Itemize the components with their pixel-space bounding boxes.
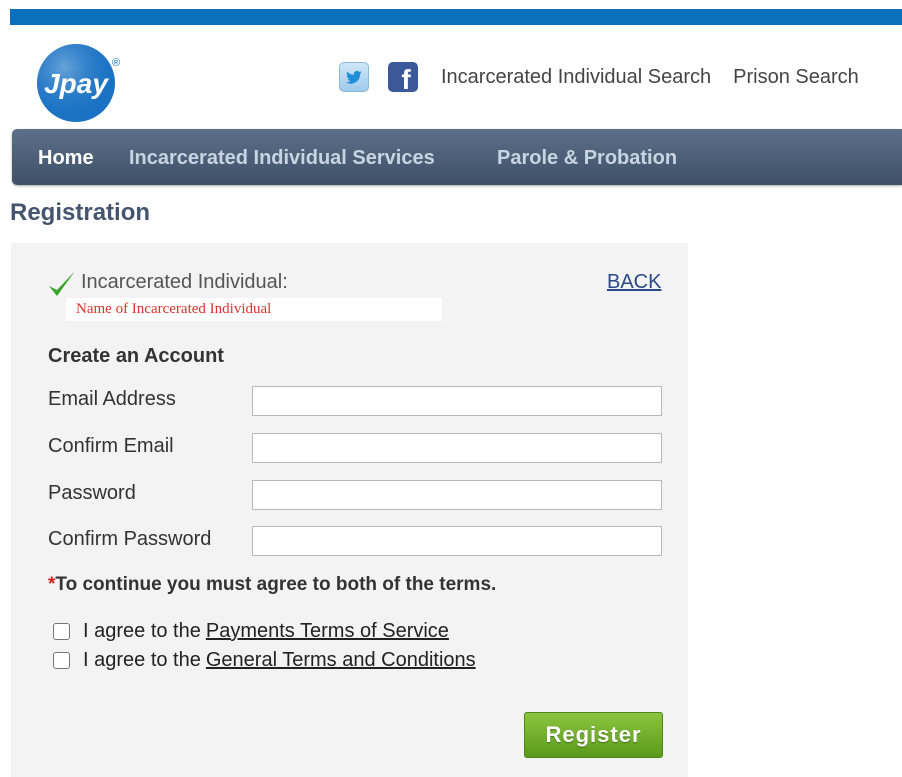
agree-payments-row: I agree to the Payments Terms of Service	[53, 620, 449, 643]
terms-notice-text: To continue you must agree to both of th…	[55, 574, 497, 595]
payments-terms-link[interactable]: Payments Terms of Service	[206, 620, 449, 643]
terms-notice: *To continue you must agree to both of t…	[48, 574, 496, 596]
top-links: Incarcerated Individual Search Prison Sea…	[441, 66, 881, 89]
top-accent-bar	[10, 9, 902, 25]
incarcerated-name: Name of Incarcerated Individual	[76, 301, 272, 317]
nav-home[interactable]: Home	[38, 147, 94, 170]
jpay-logo[interactable]: Jpay ®	[36, 40, 122, 122]
nav-parole-probation[interactable]: Parole & Probation	[497, 147, 677, 170]
agree-payments-checkbox[interactable]	[53, 623, 70, 640]
checkmark-icon	[49, 271, 75, 296]
back-link[interactable]: BACK	[607, 271, 661, 294]
link-incarcerated-search[interactable]: Incarcerated Individual Search	[441, 66, 711, 88]
nav-incarcerated-services[interactable]: Incarcerated Individual Services	[129, 147, 435, 170]
facebook-f-icon: f	[401, 64, 411, 95]
twitter-bird-icon	[346, 70, 362, 84]
confirm-password-input[interactable]	[252, 526, 662, 556]
agree-general-checkbox[interactable]	[53, 652, 70, 669]
agree-general-prefix: I agree to the	[83, 649, 201, 671]
create-account-heading: Create an Account	[48, 345, 224, 367]
password-input[interactable]	[252, 480, 662, 510]
facebook-glyph: f	[401, 64, 411, 92]
email-label: Email Address	[48, 388, 176, 410]
logo-text: Jpay	[44, 68, 109, 99]
page-title: Registration	[10, 199, 151, 226]
twitter-icon[interactable]	[339, 62, 369, 92]
password-label: Password	[48, 482, 136, 504]
confirm-email-label: Confirm Email	[48, 435, 174, 457]
confirm-password-label: Confirm Password	[48, 528, 212, 550]
incarcerated-individual-label: Incarcerated Individual:	[81, 271, 288, 293]
confirm-email-input[interactable]	[252, 433, 662, 463]
main-nav: Home Incarcerated Individual Services Pa…	[12, 129, 902, 185]
general-terms-link[interactable]: General Terms and Conditions	[206, 649, 476, 672]
link-prison-search[interactable]: Prison Search	[733, 66, 859, 88]
agree-payments-prefix: I agree to the	[83, 620, 201, 642]
register-button[interactable]: Register	[524, 712, 663, 758]
registration-panel: Incarcerated Individual: BACK Name of In…	[11, 243, 688, 777]
agree-general-row: I agree to the General Terms and Conditi…	[53, 649, 476, 672]
incarcerated-name-box: Name of Incarcerated Individual	[66, 298, 442, 321]
facebook-icon[interactable]: f	[388, 62, 418, 95]
email-input[interactable]	[252, 386, 662, 416]
registered-mark: ®	[112, 57, 120, 69]
